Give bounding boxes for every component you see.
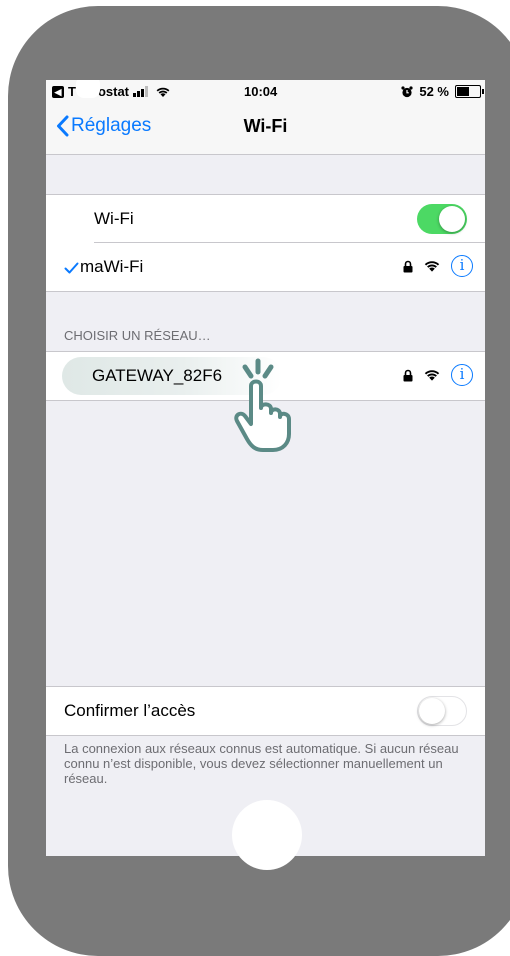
confirm-access-row: Confirmer l’accès (46, 687, 485, 735)
confirm-access-label: Confirmer l’accès (64, 701, 196, 720)
checkmark-icon (64, 262, 79, 274)
info-icon[interactable]: i (451, 364, 473, 386)
carrier-end: ostat (97, 84, 130, 99)
tap-hand-icon (234, 358, 291, 452)
status-bar-right: 52 % (401, 84, 484, 99)
info-icon[interactable]: i (451, 255, 473, 277)
status-time: 10:04 (244, 84, 278, 99)
wifi-group: Wi-Fi maWi-Fi i (46, 194, 485, 292)
redaction-mark (76, 80, 100, 98)
network-icons: i (403, 255, 473, 277)
connected-network-name: maWi-Fi (80, 257, 144, 276)
alarm-icon (401, 85, 413, 97)
lock-icon (403, 260, 413, 272)
status-bar-left: ◀ T ostat (52, 84, 171, 99)
wifi-label: Wi-Fi (94, 209, 134, 228)
wifi-toggle-row: Wi-Fi (46, 195, 485, 243)
back-to-app-icon[interactable]: ◀ (52, 85, 64, 98)
home-button[interactable] (232, 800, 302, 870)
toggle-knob (439, 206, 465, 232)
carrier-start: T (68, 84, 76, 99)
network-name: GATEWAY_82F6 (92, 366, 223, 385)
wifi-signal-icon (424, 370, 440, 381)
page-title: Wi-Fi (243, 116, 288, 136)
confirm-access-toggle[interactable] (417, 696, 467, 726)
phone-screen: ◀ T ostat 10:04 52 % Réglages Wi-Fi Wi-F… (46, 80, 485, 856)
network-icons: i (403, 364, 473, 386)
battery-icon (455, 85, 484, 98)
wifi-toggle[interactable] (417, 204, 467, 234)
wifi-signal-icon (424, 261, 440, 272)
lock-icon (403, 369, 413, 381)
wifi-icon (156, 87, 170, 97)
status-bar: ◀ T ostat 10:04 52 % (46, 80, 485, 104)
connected-network-row[interactable]: maWi-Fi i (46, 243, 485, 291)
cellular-signal-icon (133, 86, 149, 97)
confirm-access-group: Confirmer l’accès (46, 686, 485, 736)
toggle-knob (419, 698, 445, 724)
confirm-access-footer: La connexion aux réseaux connus est auto… (64, 741, 459, 786)
networks-section-header: CHOISIR UN RÉSEAU… (64, 328, 211, 343)
battery-percent: 52 % (419, 84, 449, 99)
navigation-bar: Réglages Wi-Fi (46, 104, 485, 155)
